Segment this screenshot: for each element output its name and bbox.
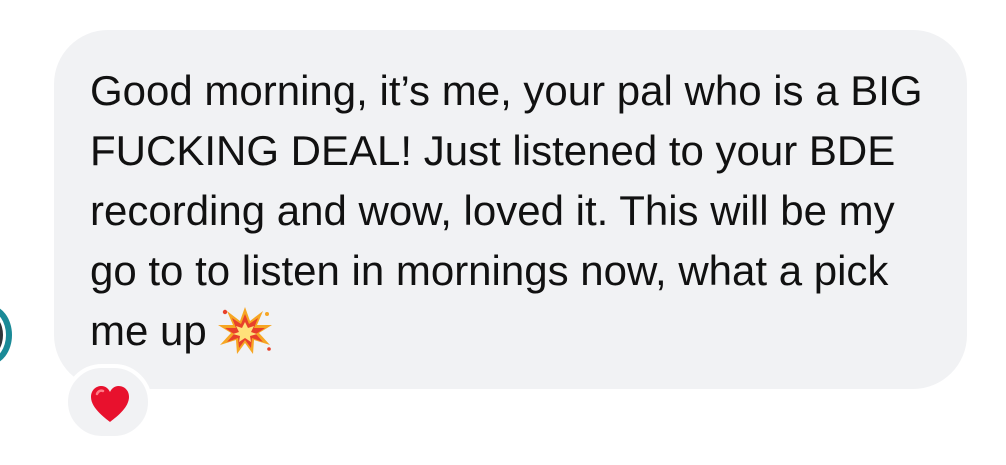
sender-avatar[interactable]	[0, 305, 12, 365]
red-heart-icon	[91, 386, 129, 422]
message-thread: Good morning, it’s me, your pal who is a…	[0, 0, 1006, 465]
message-text: Good morning, it’s me, your pal who is a…	[90, 61, 940, 361]
collision-emoji	[217, 307, 272, 354]
message-bubble[interactable]: Good morning, it’s me, your pal who is a…	[54, 30, 967, 389]
reaction-badge[interactable]	[64, 364, 152, 440]
